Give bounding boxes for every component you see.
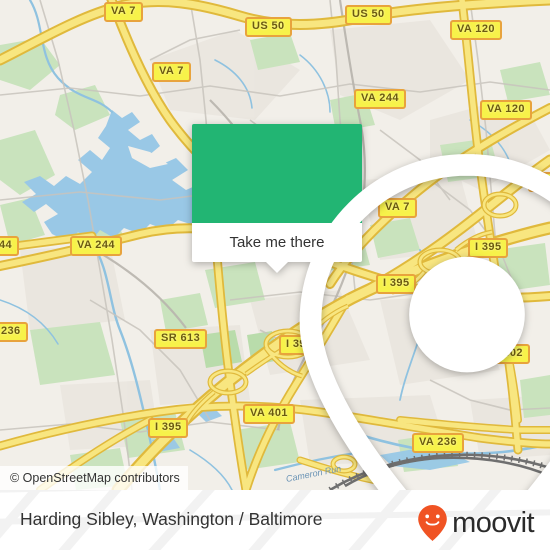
road-shield: VA 7 [104,2,143,22]
footer-bar: Harding Sibley, Washington / Baltimore m… [0,490,550,550]
page-title: Harding Sibley, Washington / Baltimore [20,509,323,529]
popup-footer[interactable]: Take me there [192,223,362,273]
road-shield: VA 120 [480,100,532,120]
map-attribution[interactable]: © OpenStreetMap contributors [0,466,188,490]
moovit-logo[interactable]: moovit [417,504,535,542]
take-me-there-button[interactable]: Take me there [229,234,324,252]
road-shield: VA 7 [152,62,191,82]
popup-header [192,124,550,490]
road-shield: I 395 [148,418,189,438]
map-canvas[interactable]: VA 7 US 50 US 50 VA 120 VA 7 VA 244 VA 120 I 3V… [0,0,550,490]
moovit-wordmark: moovit [452,506,534,539]
road-shield: VA 120 [450,20,502,40]
popup-tail [266,262,288,273]
road-shield: US 50 [245,17,292,37]
road-shield: US 50 [345,5,392,25]
road-shield: VA 244 [70,236,122,256]
moovit-station-map-screen: VA 7 US 50 US 50 VA 120 VA 7 VA 244 VA 120 I 3V… [0,0,550,550]
take-me-there-popup[interactable]: Take me there [192,124,550,490]
road-shield: 236 [0,322,28,342]
moovit-pin-icon [418,505,447,541]
map-pin-icon [299,153,550,490]
road-shield: 44 [0,236,20,256]
road-shield: VA 244 [354,89,406,109]
